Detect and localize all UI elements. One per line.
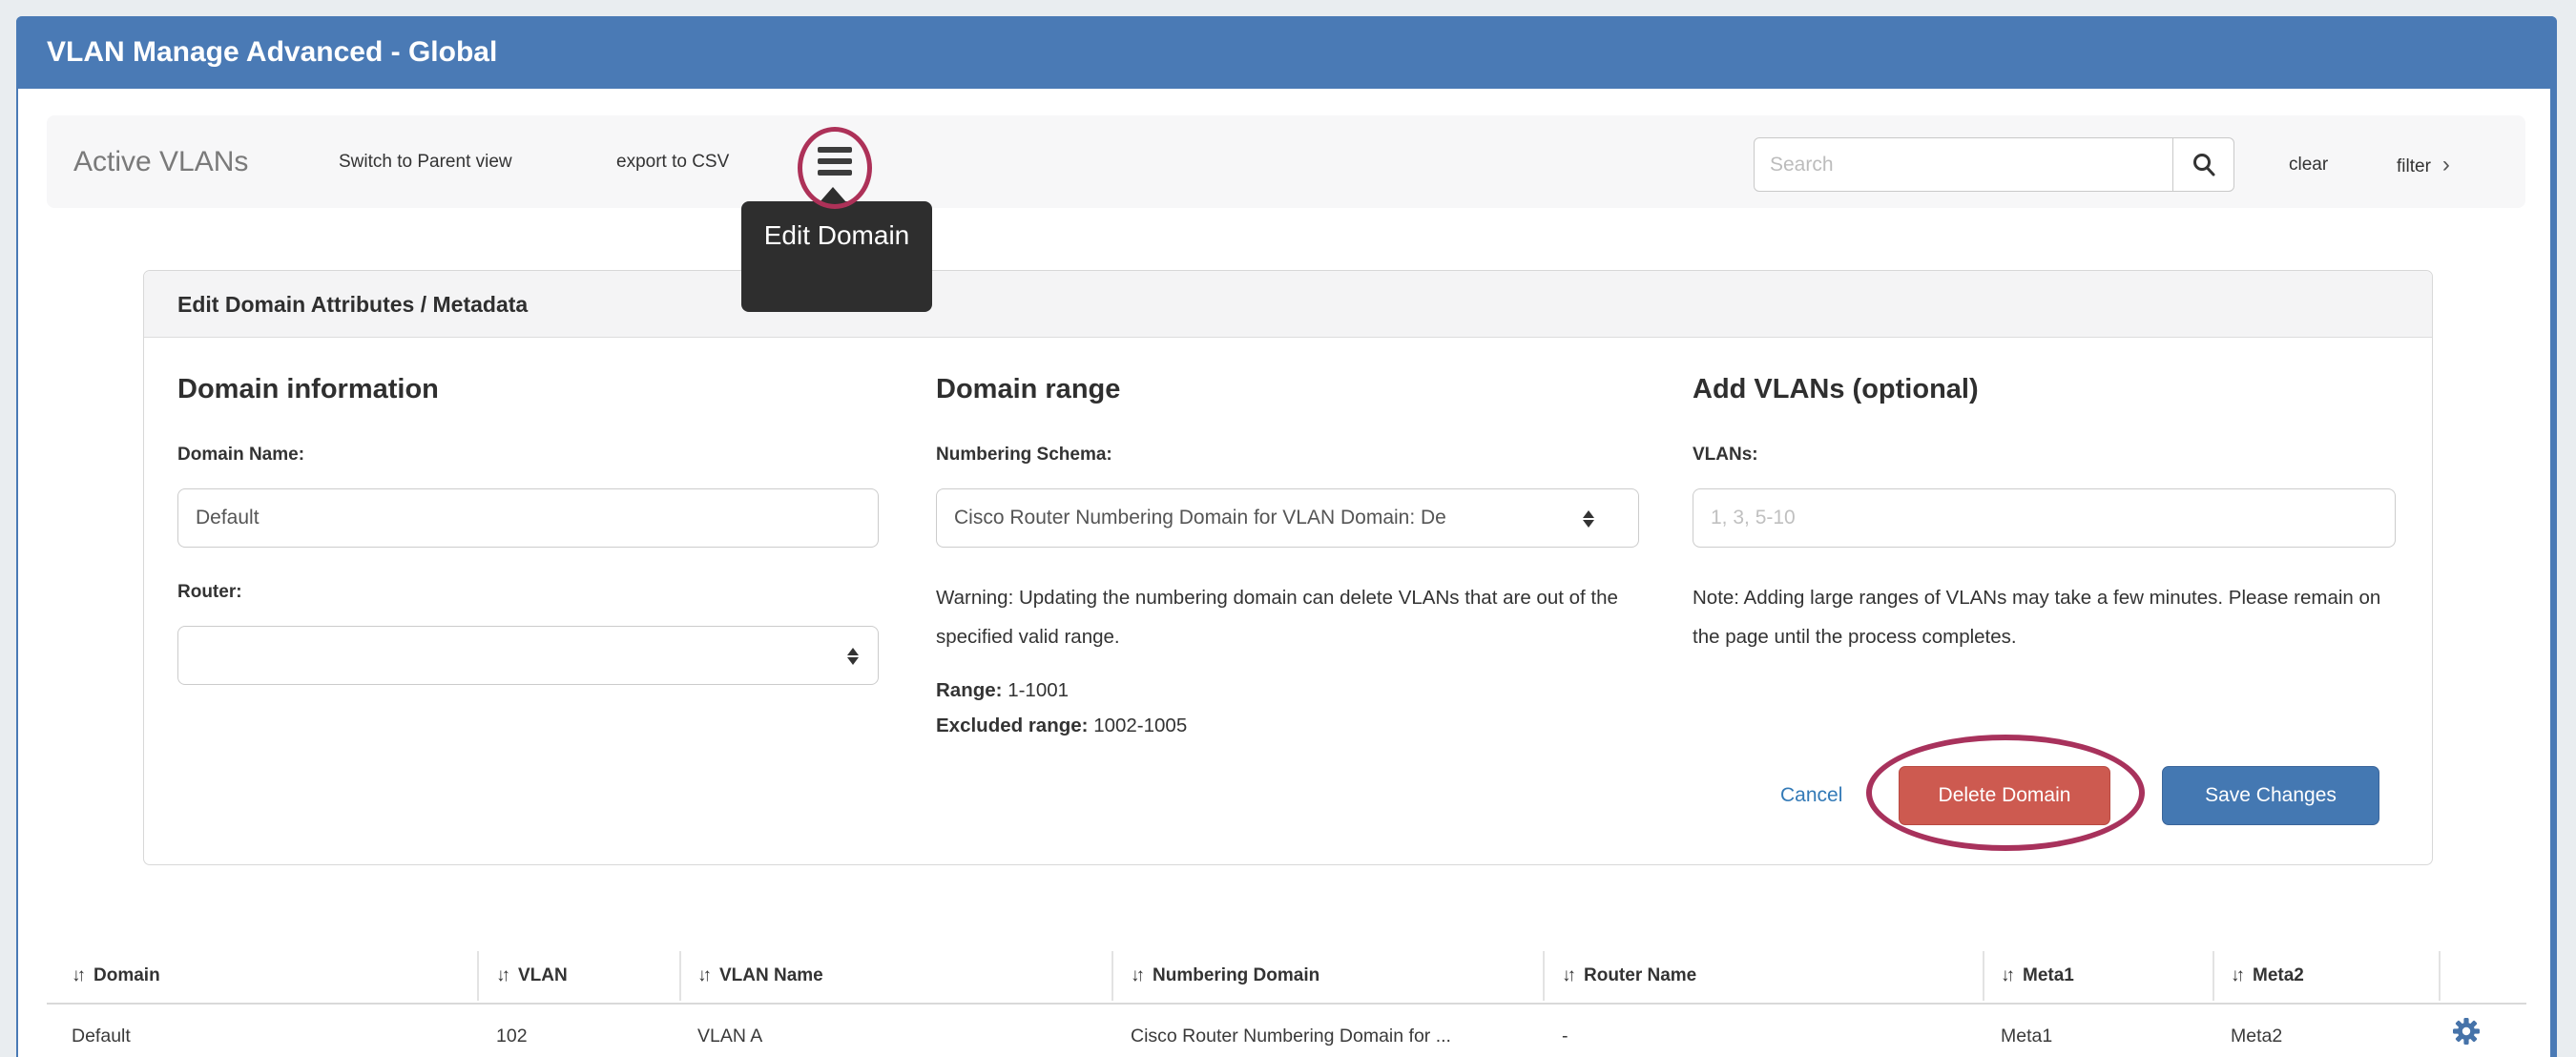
sort-icon: ↓↑ <box>2001 965 2011 985</box>
sort-icon: ↓↑ <box>1562 965 1572 985</box>
tooltip-caret <box>820 187 846 202</box>
cell-vlan-name: VLAN A <box>697 1005 762 1057</box>
search-icon <box>2191 152 2217 178</box>
column-divider <box>1983 951 1984 1001</box>
col-header-domain[interactable]: ↓↑Domain <box>72 949 160 1003</box>
sort-icon: ↓↑ <box>1131 965 1141 985</box>
clear-link[interactable]: clear <box>2289 137 2328 192</box>
cell-numbering-domain: Cisco Router Numbering Domain for ... <box>1131 1005 1451 1057</box>
select-stepper-icon <box>1583 508 1594 529</box>
router-label: Router: <box>177 582 242 603</box>
domain-range-section: Domain range Numbering Schema: Cisco Rou… <box>936 271 1639 864</box>
add-vlans-note-text: Note: Adding large ranges of VLANs may t… <box>1693 578 2396 656</box>
domain-info-heading: Domain information <box>177 374 439 405</box>
vlans-field[interactable] <box>1693 488 2396 548</box>
range-line: Range: 1-1001 <box>936 679 1069 702</box>
filter-link[interactable]: filter› <box>2397 137 2450 192</box>
column-divider <box>2439 951 2441 1001</box>
sort-icon: ↓↑ <box>72 965 82 985</box>
menu-icon[interactable] <box>818 147 852 176</box>
column-divider <box>679 951 681 1001</box>
col-header-router-name[interactable]: ↓↑Router Name <box>1562 949 1696 1003</box>
chevron-right-icon: › <box>2442 152 2450 177</box>
col-header-meta2[interactable]: ↓↑Meta2 <box>2231 949 2304 1003</box>
router-select[interactable] <box>177 626 879 685</box>
domain-info-section: Domain information Domain Name: Router: <box>177 271 879 864</box>
select-stepper-icon <box>847 646 859 667</box>
save-changes-button[interactable]: Save Changes <box>2162 766 2379 825</box>
col-header-vlan[interactable]: ↓↑VLAN <box>496 949 568 1003</box>
domain-name-field[interactable] <box>177 488 879 548</box>
switch-parent-view-link[interactable]: Switch to Parent view <box>339 115 512 208</box>
excluded-range-line: Excluded range: 1002-1005 <box>936 715 1187 737</box>
cell-domain: Default <box>72 1005 131 1057</box>
sort-icon: ↓↑ <box>496 965 507 985</box>
export-csv-link[interactable]: export to CSV <box>616 115 729 208</box>
domain-range-heading: Domain range <box>936 374 1120 405</box>
row-settings-button[interactable] <box>2452 1017 2481 1046</box>
column-divider <box>1543 951 1545 1001</box>
column-divider <box>477 951 479 1001</box>
column-divider <box>1111 951 1113 1001</box>
col-header-vlan-name[interactable]: ↓↑VLAN Name <box>697 949 823 1003</box>
cell-meta2: Meta2 <box>2231 1005 2282 1057</box>
add-vlans-heading: Add VLANs (optional) <box>1693 374 1979 405</box>
numbering-schema-label: Numbering Schema: <box>936 445 1112 466</box>
col-header-meta1[interactable]: ↓↑Meta1 <box>2001 949 2074 1003</box>
cell-meta1: Meta1 <box>2001 1005 2052 1057</box>
column-divider <box>2212 951 2214 1001</box>
col-header-numbering-domain[interactable]: ↓↑Numbering Domain <box>1131 949 1319 1003</box>
sort-icon: ↓↑ <box>2231 965 2241 985</box>
gear-icon <box>2452 1017 2481 1046</box>
cell-router-name: - <box>1562 1005 1568 1057</box>
edit-domain-tooltip: Edit Domain <box>741 201 932 312</box>
numbering-warning-text: Warning: Updating the numbering domain c… <box>936 578 1639 656</box>
delete-domain-button[interactable]: Delete Domain <box>1899 766 2110 825</box>
numbering-schema-select[interactable]: Cisco Router Numbering Domain for VLAN D… <box>936 488 1639 548</box>
search-input[interactable] <box>1754 137 2173 192</box>
active-vlans-title: Active VLANs <box>73 115 248 208</box>
vlan-manage-page: { "header": { "title": "VLAN Manage Adva… <box>0 0 2576 1057</box>
search-button[interactable] <box>2172 137 2234 192</box>
cancel-button[interactable]: Cancel <box>1780 766 1842 825</box>
page-title: VLAN Manage Advanced - Global <box>47 16 497 89</box>
vlans-label: VLANs: <box>1693 445 1758 466</box>
domain-name-label: Domain Name: <box>177 445 304 466</box>
sort-icon: ↓↑ <box>697 965 708 985</box>
cell-vlan: 102 <box>496 1005 528 1057</box>
